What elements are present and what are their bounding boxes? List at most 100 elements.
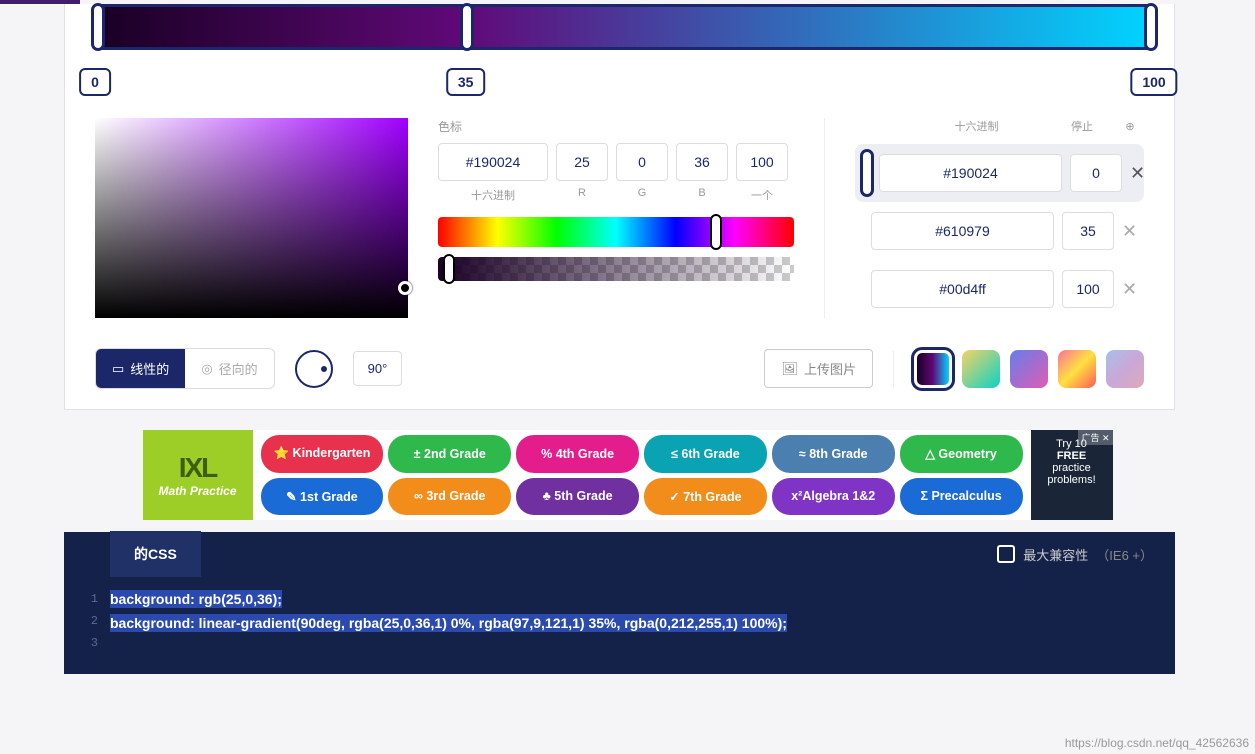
ad-cta-block: 广告 ✕ Try 10 FREE practice problems! [1031, 430, 1113, 520]
hue-slider-handle[interactable] [710, 214, 722, 250]
color-inputs-column: 色标 十六进制 R G B 一个 [438, 118, 794, 281]
ad-cta-line: problems! [1035, 474, 1109, 486]
alpha-slider-handle[interactable] [443, 254, 455, 284]
ad-pills-grid: ⭐ Kindergarten± 2nd Grade% 4th Grade≤ 6t… [253, 430, 1031, 520]
preset-swatch[interactable] [914, 350, 952, 388]
ad-pill[interactable]: △ Geometry [900, 435, 1023, 473]
code-body: 123 background: rgb(25,0,36); background… [64, 576, 1175, 674]
compat-suffix: （IE6 +） [1096, 545, 1153, 564]
delete-stop-button[interactable]: ✕ [1130, 163, 1145, 184]
sebiao-label: 色标 [438, 118, 794, 135]
stop-row[interactable]: ✕ [855, 260, 1144, 318]
ad-pill[interactable]: ✎ 1st Grade [261, 478, 384, 516]
hex-input[interactable] [438, 143, 548, 181]
hue-slider[interactable] [438, 217, 794, 247]
ad-pill[interactable]: ⭐ Kindergarten [261, 435, 384, 473]
gradient-stop-handle-1[interactable] [460, 3, 474, 51]
ad-pill[interactable]: ∞ 3rd Grade [388, 478, 511, 516]
stop-swatch[interactable] [863, 152, 871, 194]
g-input[interactable] [616, 143, 668, 181]
radial-icon: ◎ [201, 361, 212, 377]
ad-close-icon[interactable]: 广告 ✕ [1078, 430, 1112, 445]
radial-label: 径向的 [219, 359, 258, 378]
ad-pill[interactable]: ♣ 5th Grade [516, 478, 639, 516]
bottom-controls-row: ▭ 线性的 ◎ 径向的 90° 🖼 上传图片 [65, 348, 1174, 389]
ad-banner[interactable]: IXL Math Practice ⭐ Kindergarten± 2nd Gr… [143, 430, 1113, 520]
watermark-text: https://blog.csdn.net/qq_42562636 [1065, 736, 1249, 750]
preset-swatch[interactable] [1058, 350, 1096, 388]
b-input[interactable] [676, 143, 728, 181]
ad-pill[interactable]: ≈ 8th Grade [772, 435, 895, 473]
b-sublabel: B [676, 187, 728, 203]
linear-label: 线性的 [130, 359, 169, 378]
ad-logo-text: IXL [179, 452, 217, 484]
gradient-stop-handle-0[interactable] [91, 3, 105, 51]
css-tab[interactable]: 的CSS [110, 531, 201, 577]
stops-header: 十六进制 停止 ⊕ [855, 118, 1144, 134]
ad-pill[interactable]: ± 2nd Grade [388, 435, 511, 473]
code-lines[interactable]: background: rgb(25,0,36); background: li… [110, 588, 787, 654]
ad-logo-block: IXL Math Practice [143, 430, 253, 520]
ad-cta-line: FREE [1035, 450, 1109, 462]
gradient-stop-handle-2[interactable] [1144, 3, 1158, 51]
stops-hex-label: 十六进制 [905, 118, 1048, 134]
linear-icon: ▭ [112, 361, 124, 377]
vertical-divider [893, 351, 894, 387]
compat-toggle[interactable]: 最大兼容性 （IE6 +） [997, 545, 1153, 564]
stop-hex-input[interactable] [871, 212, 1054, 250]
delete-stop-button[interactable]: ✕ [1122, 221, 1137, 242]
upload-label: 上传图片 [804, 359, 856, 378]
upload-image-button[interactable]: 🖼 上传图片 [764, 349, 873, 388]
ad-pill[interactable]: ✓ 7th Grade [644, 478, 767, 516]
r-sublabel: R [556, 187, 608, 203]
delete-stop-button[interactable]: ✕ [1122, 279, 1137, 300]
g-sublabel: G [616, 187, 668, 203]
input-sublabels: 十六进制 R G B 一个 [438, 187, 794, 203]
ad-pill[interactable]: % 4th Grade [516, 435, 639, 473]
ad-cta-line: practice [1035, 462, 1109, 474]
preset-swatch[interactable] [1010, 350, 1048, 388]
ad-pill[interactable]: Σ Precalculus [900, 478, 1023, 516]
ad-pill[interactable]: ≤ 6th Grade [644, 435, 767, 473]
gradient-type-toggle: ▭ 线性的 ◎ 径向的 [95, 348, 275, 389]
preset-gradients [914, 350, 1144, 388]
color-picker-row: 色标 十六进制 R G B 一个 [65, 118, 1174, 318]
stop-position-input[interactable] [1062, 212, 1114, 250]
stops-stop-label: 停止 [1056, 118, 1108, 134]
r-input[interactable] [556, 143, 608, 181]
stop-position-label: 0 [79, 68, 111, 96]
hex-sublabel: 十六进制 [438, 187, 548, 203]
hex-rgba-row [438, 143, 794, 181]
a-input[interactable] [736, 143, 788, 181]
gradient-preview-wrap [65, 4, 1174, 50]
angle-dial-dot [321, 366, 327, 372]
angle-dial[interactable] [295, 350, 333, 388]
stop-hex-input[interactable] [879, 154, 1062, 192]
gradient-preview-bar[interactable] [95, 4, 1154, 50]
stop-position-label: 35 [446, 68, 486, 96]
radial-type-button[interactable]: ◎ 径向的 [185, 349, 273, 388]
preset-swatch[interactable] [962, 350, 1000, 388]
stop-row[interactable]: ✕ [855, 144, 1144, 202]
code-tabs-row: 的CSS 最大兼容性 （IE6 +） [64, 532, 1175, 576]
ad-pill[interactable]: x²Algebra 1&2 [772, 478, 895, 516]
stop-position-input[interactable] [1062, 270, 1114, 308]
preset-swatch[interactable] [1106, 350, 1144, 388]
alpha-slider[interactable] [438, 257, 794, 281]
a-sublabel: 一个 [736, 187, 788, 203]
compat-label: 最大兼容性 [1023, 545, 1088, 564]
stop-row[interactable]: ✕ [855, 202, 1144, 260]
css-output-panel: 的CSS 最大兼容性 （IE6 +） 123 background: rgb(2… [64, 532, 1175, 674]
saturation-value-picker[interactable] [95, 118, 408, 318]
add-stop-button[interactable]: ⊕ [1116, 120, 1144, 133]
checkbox-icon[interactable] [997, 545, 1015, 563]
linear-type-button[interactable]: ▭ 线性的 [96, 349, 185, 388]
code-line: background: linear-gradient(90deg, rgba(… [110, 614, 787, 632]
stop-hex-input[interactable] [871, 270, 1054, 308]
angle-value[interactable]: 90° [353, 351, 403, 386]
stop-position-input[interactable] [1070, 154, 1122, 192]
saturation-value-handle[interactable] [398, 281, 412, 295]
code-line: background: rgb(25,0,36); [110, 590, 282, 608]
line-numbers: 123 [64, 588, 110, 654]
ad-subtitle: Math Practice [158, 484, 236, 498]
